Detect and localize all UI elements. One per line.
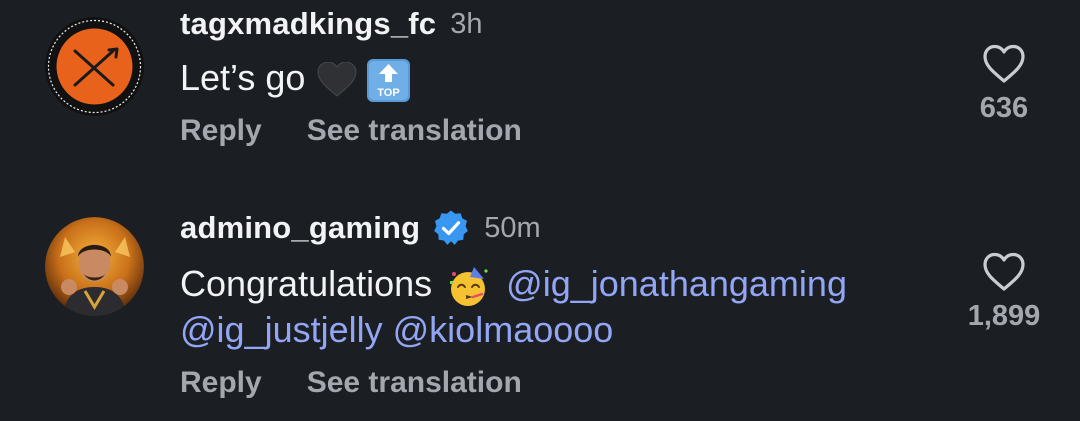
black-heart-emoji xyxy=(317,62,357,98)
verified-badge-icon xyxy=(432,209,470,247)
mention-link[interactable]: @ig_justjelly xyxy=(180,309,383,350)
like-area: 636 xyxy=(968,44,1040,125)
username[interactable]: tagxmadkings_fc xyxy=(180,6,436,42)
comment-text-body: Congratulations xyxy=(180,263,433,304)
comment-item: tagxmadkings_fc 3h Let’s go TOP Reply Se… xyxy=(0,0,1080,200)
timestamp: 3h xyxy=(450,7,483,40)
avatar[interactable] xyxy=(45,17,144,116)
avatar[interactable] xyxy=(45,217,144,316)
heart-icon[interactable] xyxy=(982,252,1026,292)
heart-icon[interactable] xyxy=(982,44,1026,84)
like-count: 1,899 xyxy=(967,300,1041,332)
username[interactable]: admino_gaming xyxy=(180,210,420,246)
mention-link[interactable]: @kiolmaoooo xyxy=(393,309,614,350)
see-translation-button[interactable]: See translation xyxy=(307,114,522,148)
top-arrow-emoji: TOP xyxy=(367,58,411,102)
mention-link[interactable]: @ig_jonathangaming xyxy=(506,263,847,304)
like-area: 1,899 xyxy=(956,252,1052,333)
reply-button[interactable]: Reply xyxy=(180,114,262,148)
username-row: tagxmadkings_fc 3h xyxy=(180,4,483,44)
comment-text-body: Let’s go xyxy=(180,57,306,98)
comment-actions: Reply See translation xyxy=(180,114,522,148)
partying-face-emoji xyxy=(446,265,490,307)
timestamp: 50m xyxy=(484,211,541,244)
comment-text: Let’s go TOP xyxy=(180,55,411,102)
see-translation-button[interactable]: See translation xyxy=(307,366,522,400)
username-row: admino_gaming 50m xyxy=(180,207,541,249)
comment-actions: Reply See translation xyxy=(180,366,522,400)
like-count: 636 xyxy=(979,92,1029,124)
reply-button[interactable]: Reply xyxy=(180,366,262,400)
top-label: TOP xyxy=(378,87,400,99)
comment-text: Congratulations @ig_jonathangaming @ig_ju… xyxy=(180,261,847,353)
comment-item: admino_gaming 50m Congratulations @ig_jo… xyxy=(0,200,1080,421)
